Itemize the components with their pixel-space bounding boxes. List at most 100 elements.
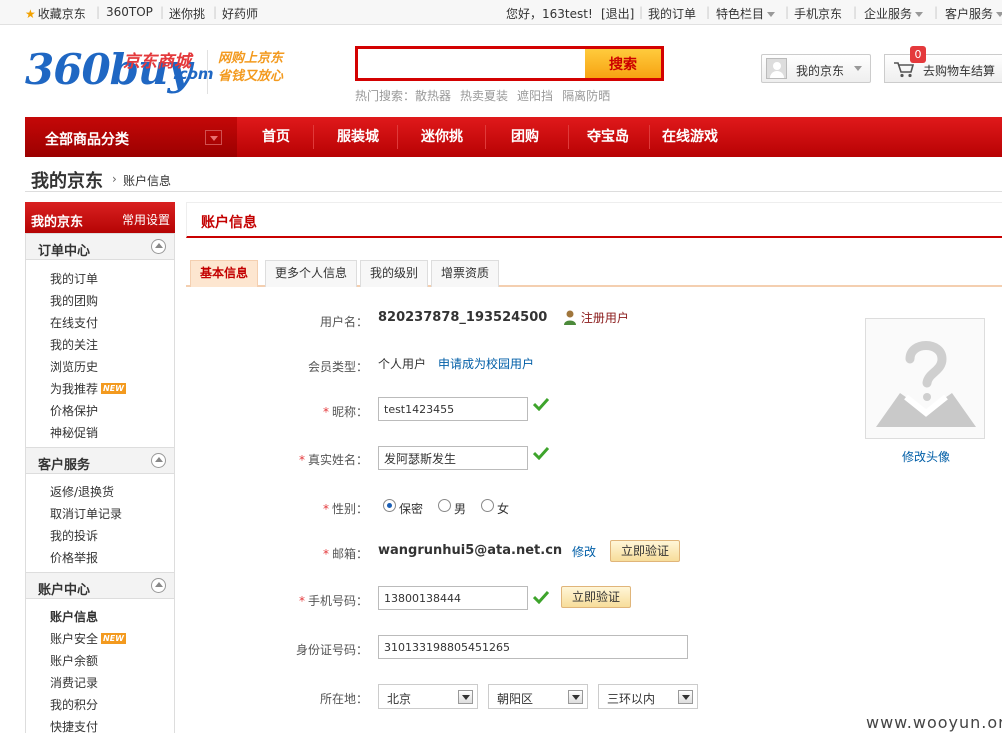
favorite-link[interactable]: ★ 收藏京东	[25, 5, 86, 22]
sidebar-item-balance[interactable]: 账户余额	[50, 652, 98, 669]
hot-word[interactable]: 热卖夏装	[460, 89, 508, 103]
hot-word[interactable]: 遮阳挡	[517, 89, 553, 103]
enterprise-menu[interactable]: 企业服务	[864, 5, 924, 22]
logout-link[interactable]: [退出]	[601, 5, 634, 22]
search-input[interactable]	[358, 49, 585, 78]
chevron-down-icon	[568, 690, 583, 704]
nav-mini[interactable]: 迷你挑	[421, 117, 463, 157]
realname-label: * 真实姓名：	[298, 453, 368, 467]
search-button[interactable]: 搜索	[585, 49, 661, 78]
top-link-360top[interactable]: 360TOP	[106, 5, 153, 19]
collapse-icon[interactable]	[151, 239, 166, 254]
sidebar-item-security[interactable]: 账户安全 NEW	[50, 630, 126, 647]
site-logo[interactable]: 360buy 京东商城 .com	[25, 45, 214, 97]
sidebar-header: 我的京东 常用设置	[25, 202, 175, 233]
id-number-field[interactable]	[378, 635, 688, 659]
breadcrumb-current: 账户信息	[123, 174, 172, 188]
hot-word[interactable]: 散热器	[415, 89, 451, 103]
username-value: 820237878_193524500	[378, 310, 548, 325]
sidebar-item-follow[interactable]: 我的关注	[50, 336, 98, 353]
district-select[interactable]: 朝阳区	[488, 684, 588, 709]
sidebar-item-account-info[interactable]: 账户信息	[50, 608, 98, 625]
gender-radio-secret[interactable]	[383, 499, 396, 512]
nav-home[interactable]: 首页	[262, 117, 290, 157]
tab-my-level[interactable]: 我的级别	[360, 260, 429, 287]
member-type-value: 个人用户	[378, 357, 427, 371]
id-number-label: 身份证号码：	[295, 643, 368, 657]
sidebar-title[interactable]: 我的京东	[31, 211, 83, 230]
apply-campus-link[interactable]: 申请成为校园用户	[438, 355, 534, 372]
common-settings-link[interactable]: 常用设置	[122, 211, 170, 228]
page-title[interactable]: 我的京东	[31, 167, 103, 193]
collapse-icon[interactable]	[151, 453, 166, 468]
sidebar: 我的京东 常用设置 订单中心 我的订单 我的团购 在线支付 我的关注 浏览历史 …	[25, 202, 175, 733]
sidebar-item-recommend[interactable]: 为我推荐 NEW	[50, 380, 126, 397]
tab-bar: 基本信息 更多个人信息 我的级别 增票资质	[186, 257, 1002, 287]
email-value: wangrunhui5@ata.net.cn	[378, 543, 563, 558]
nickname-field[interactable]	[378, 397, 528, 421]
sidebar-item-quick-pay[interactable]: 快捷支付	[50, 718, 98, 733]
sidebar-item-consumption[interactable]: 消费记录	[50, 674, 98, 691]
province-select[interactable]: 北京	[378, 684, 478, 709]
all-categories-menu[interactable]: 全部商品分类	[25, 117, 237, 157]
hot-label: 热门搜索：	[355, 89, 416, 103]
watermark: www.wooyun.org	[866, 713, 1002, 732]
mobile-jd-link[interactable]: 手机京东	[794, 5, 842, 22]
gender-radio-female[interactable]	[481, 499, 494, 512]
realname-field[interactable]	[378, 446, 528, 470]
phone-verify-button[interactable]: 立即验证	[561, 586, 632, 608]
sidebar-item-group-buy[interactable]: 我的团购	[50, 292, 98, 309]
hot-word[interactable]: 隔离防晒	[562, 89, 610, 103]
email-label: * 邮箱：	[322, 547, 368, 561]
nav-clothing[interactable]: 服装城	[337, 117, 379, 157]
top-link-mini[interactable]: 迷你挑	[169, 5, 205, 22]
chevron-down-icon	[678, 690, 693, 704]
my-order-link[interactable]: 我的订单	[648, 5, 696, 22]
main-panel-header: 账户信息	[186, 202, 1002, 238]
user-icon	[564, 310, 576, 325]
email-modify-link[interactable]: 修改	[572, 543, 596, 560]
change-avatar-link[interactable]: 修改头像	[902, 448, 950, 465]
new-badge: NEW	[101, 383, 126, 394]
chevron-down-icon	[205, 130, 222, 145]
cart-icon	[894, 62, 915, 78]
sidebar-item-points[interactable]: 我的积分	[50, 696, 98, 713]
sidebar-item-returns[interactable]: 返修/退换货	[50, 483, 114, 500]
featured-menu[interactable]: 特色栏目	[716, 5, 776, 22]
sidebar-item-online-pay[interactable]: 在线支付	[50, 314, 98, 331]
my-jd-button[interactable]: 我的京东	[761, 54, 871, 83]
cart-button[interactable]: 去购物车结算	[884, 54, 1002, 83]
nav-games[interactable]: 在线游戏	[662, 117, 718, 157]
top-link-pharmacy[interactable]: 好药师	[222, 5, 258, 22]
greeting-text: 您好，163test!	[506, 7, 593, 21]
email-verify-button[interactable]: 立即验证	[610, 540, 681, 562]
area-select[interactable]: 三环以内	[598, 684, 698, 709]
tab-more-info[interactable]: 更多个人信息	[265, 260, 358, 287]
service-menu[interactable]: 客户服务	[945, 5, 1002, 22]
sidebar-item-my-orders[interactable]: 我的订单	[50, 270, 98, 287]
new-badge: NEW	[101, 633, 126, 644]
gender-option-label: 男	[454, 502, 467, 516]
sidebar-item-price-protect[interactable]: 价格保护	[50, 402, 98, 419]
sidebar-item-mystery[interactable]: 神秘促销	[50, 424, 98, 441]
avatar	[865, 318, 985, 439]
nav-auction[interactable]: 夺宝岛	[587, 117, 629, 157]
member-type-label: 会员类型：	[307, 360, 368, 374]
section-order-center[interactable]: 订单中心	[26, 233, 174, 260]
nav-group-buy[interactable]: 团购	[511, 117, 539, 157]
phone-field[interactable]	[378, 586, 528, 610]
main-nav: 全部商品分类 首页 服装城 迷你挑 团购 夺宝岛 在线游戏	[25, 117, 1002, 157]
section-account-center[interactable]: 账户中心	[26, 572, 174, 599]
check-icon	[533, 397, 549, 411]
tab-basic-info[interactable]: 基本信息	[190, 260, 259, 287]
gender-radio-male[interactable]	[438, 499, 451, 512]
collapse-icon[interactable]	[151, 578, 166, 593]
sidebar-item-price-report[interactable]: 价格举报	[50, 549, 98, 566]
sidebar-item-cancel-records[interactable]: 取消订单记录	[50, 505, 122, 522]
chevron-down-icon	[915, 12, 924, 17]
section-customer-service[interactable]: 客户服务	[26, 447, 174, 474]
username-label: 用户名：	[319, 315, 368, 329]
tab-vat-qualification[interactable]: 增票资质	[431, 260, 500, 287]
sidebar-item-history[interactable]: 浏览历史	[50, 358, 98, 375]
sidebar-item-complaints[interactable]: 我的投诉	[50, 527, 98, 544]
